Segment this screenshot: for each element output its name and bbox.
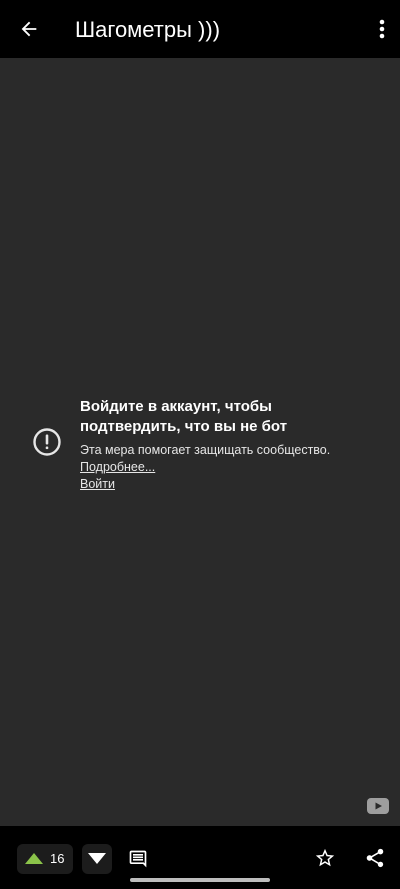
upvote-button[interactable]: 16 — [17, 844, 73, 874]
downvote-button[interactable] — [82, 844, 112, 874]
home-indicator — [130, 878, 270, 882]
more-options-button[interactable] — [374, 14, 390, 44]
triangle-down-icon — [88, 853, 106, 864]
alert-text-block: Войдите в аккаунт, чтобы подтвердить, чт… — [80, 397, 370, 493]
more-vert-icon — [379, 19, 385, 39]
share-icon[interactable] — [364, 847, 386, 869]
star-outline-icon[interactable] — [314, 847, 336, 869]
alert-heading: Войдите в аккаунт, чтобы подтвердить, чт… — [80, 398, 288, 435]
alert-subtext: Эта мера помогает защищать сообщество. — [80, 443, 331, 457]
comment-icon[interactable] — [128, 849, 148, 869]
signin-link[interactable]: Войти — [80, 476, 370, 493]
app-screen: Шагометры ))) Войдите в аккаунт, чтобы п… — [0, 0, 400, 889]
error-outline-icon — [33, 428, 61, 456]
video-player[interactable]: Войдите в аккаунт, чтобы подтвердить, чт… — [0, 58, 400, 826]
bottom-action-bar: 16 — [0, 826, 400, 889]
triangle-up-icon — [25, 853, 43, 864]
learn-more-link[interactable]: Подробнее... — [80, 459, 370, 476]
top-app-bar: Шагометры ))) — [0, 0, 400, 58]
page-title: Шагометры ))) — [75, 17, 221, 42]
back-button[interactable] — [12, 12, 46, 46]
arrow-left-icon — [21, 21, 37, 37]
vote-count: 16 — [50, 851, 65, 866]
youtube-icon — [367, 798, 389, 814]
